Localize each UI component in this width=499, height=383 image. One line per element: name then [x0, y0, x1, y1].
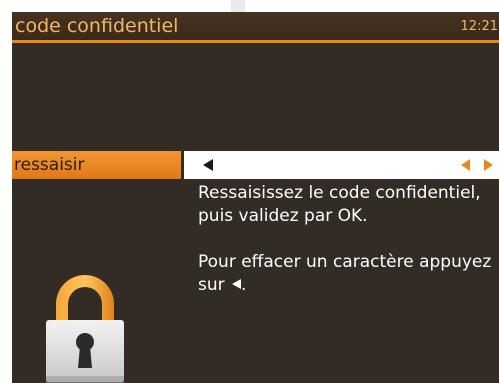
- field-nav-arrows: [457, 151, 499, 179]
- field-label: ressaisir: [14, 155, 85, 175]
- left-arrow-icon[interactable]: [461, 159, 470, 171]
- cursor-triangle-icon: [203, 159, 213, 171]
- header-bar: code confidentiel 12:21: [12, 12, 499, 43]
- left-triangle-icon: [232, 279, 242, 289]
- field-label-box: ressaisir: [12, 151, 181, 179]
- top-strip: [0, 0, 499, 12]
- instructions: Ressaisissez le code confidentiel, puis …: [198, 182, 498, 297]
- page-title: code confidentiel: [15, 15, 179, 37]
- clock: 12:21: [460, 19, 498, 34]
- instruction-text-2-end: .: [241, 275, 247, 295]
- instruction-text-1: Ressaisissez le code confidentiel, puis …: [198, 183, 481, 226]
- instruction-text-2: Pour effacer un caractère appuyez sur .: [198, 251, 498, 297]
- code-input[interactable]: [184, 151, 499, 179]
- screen: code confidentiel 12:21 ressaisir Ressai…: [12, 12, 499, 383]
- code-field-row[interactable]: ressaisir: [12, 151, 499, 179]
- top-divider: [231, 0, 245, 12]
- padlock-icon: [46, 275, 124, 383]
- right-arrow-icon[interactable]: [484, 159, 493, 171]
